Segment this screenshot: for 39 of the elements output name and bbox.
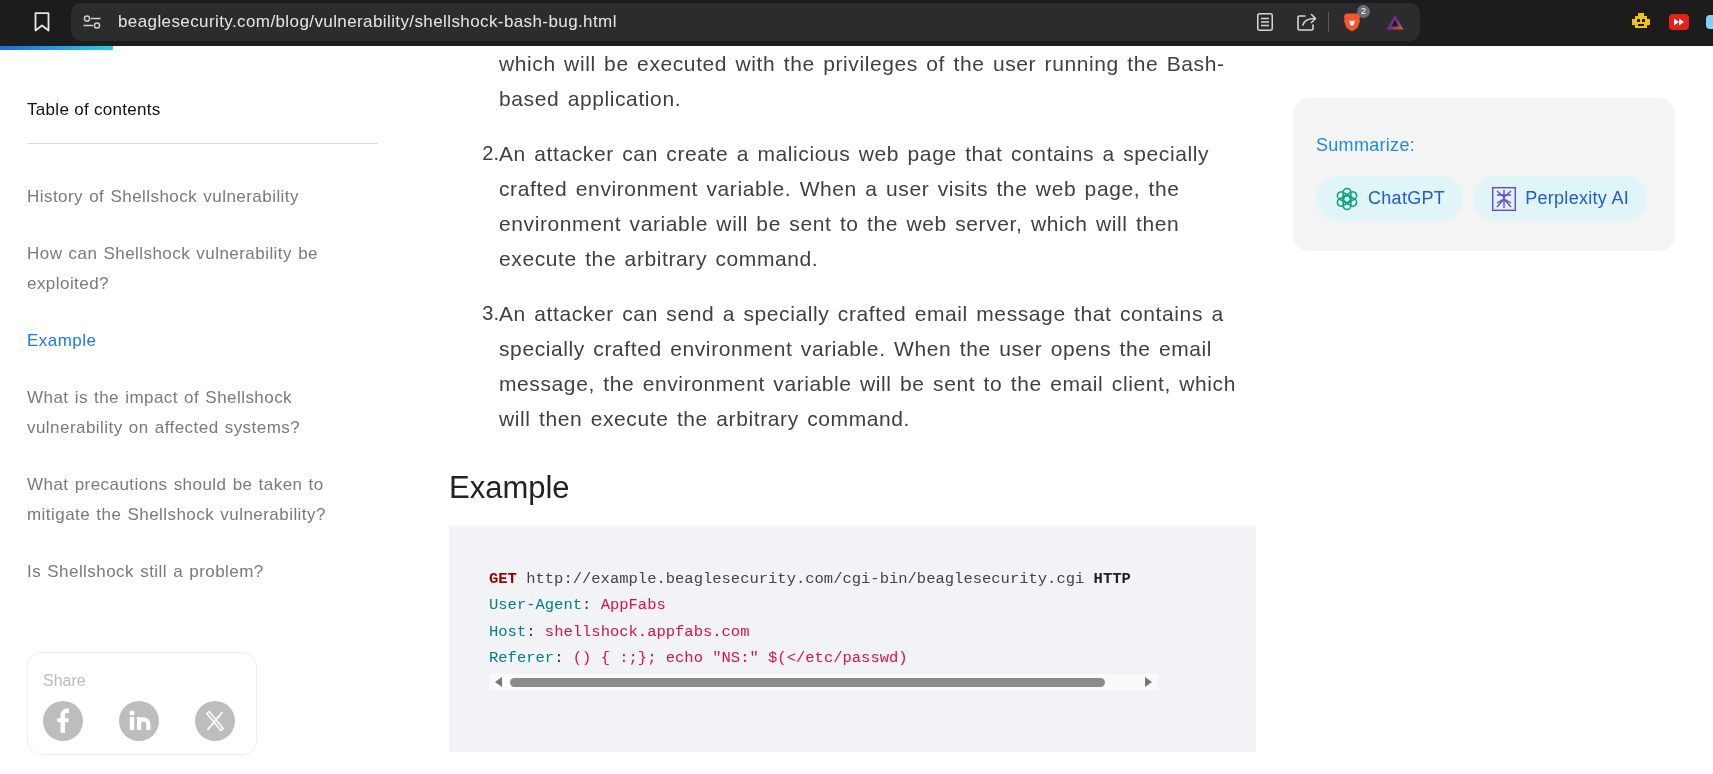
code-line: GET http://example.beaglesecurity.com/cgi-bin/beaglesecurity.cgi HTTP [489, 569, 1132, 590]
scroll-right-arrow-icon[interactable] [1145, 677, 1152, 688]
address-bar[interactable]: beaglesecurity.com/blog/vulnerability/shellshock-bash-bug.html 2 [71, 3, 1420, 41]
reader-icon[interactable] [1257, 13, 1273, 31]
code-line: Host: shellshock.appfabs.com [489, 621, 751, 643]
toc-link[interactable]: History of Shellshock vulnerability [27, 182, 378, 212]
scroll-left-arrow-icon[interactable] [495, 677, 502, 688]
count-badge: 2 [1357, 5, 1370, 18]
list-number: 2. [482, 142, 499, 164]
list-item-text: An attacker can create a malicious web page that contains a specially crafted environment variable. When a user visits the web page, the environment variable will be sent to the web server, which will then execute the arbitrary command. [499, 141, 1211, 272]
toc-link[interactable]: What precautions should be taken to mitigate the Shellshock vulnerability? [27, 470, 378, 530]
toc-link[interactable]: Example [27, 326, 378, 356]
pixel-art-icon[interactable] [1632, 13, 1650, 31]
share-label: Share [43, 671, 87, 691]
summarize-button[interactable]: ChatGPT [1316, 176, 1464, 221]
share-icon[interactable] [1297, 13, 1317, 31]
sliders-icon[interactable] [83, 15, 101, 29]
code-line: User-Agent: AppFabs [489, 595, 667, 617]
extension-icon[interactable] [1706, 15, 1713, 29]
scrollbar-track[interactable] [489, 674, 1158, 691]
paragraph: which will be executed with the privileges of the user running the Bash-based application. [498, 51, 1226, 112]
toc-link[interactable]: Is Shellshock still a problem? [27, 557, 378, 587]
url-text[interactable]: beaglesecurity.com/blog/vulnerability/shellshock-bash-bug.html [118, 9, 617, 35]
list-item-text: An attacker can send a specially crafted email message that contains a specially crafted environment variable. When the user opens the email message, the environment variable will be sent to the email client, which will then execute the arbitrary command. [499, 301, 1237, 432]
toc-link[interactable]: How can Shellshock vulnerability be exploited? [27, 239, 378, 299]
fast-forward-icon[interactable] [1669, 14, 1689, 30]
perplexity-icon [1492, 186, 1517, 211]
triangle-icon[interactable] [1386, 14, 1404, 30]
list-number: 3. [482, 302, 499, 324]
section-heading: Example [449, 469, 571, 506]
code-line: Referer: () { :;}; echo "NS:" $(</etc/passwd) [489, 647, 909, 669]
summarize-title: Summarize: [1316, 134, 1417, 157]
summarize-button[interactable]: Perplexity AI [1473, 176, 1648, 221]
toc-link[interactable]: What is the impact of Shellshock vulnerability on affected systems? [27, 383, 378, 443]
scrollbar-thumb[interactable] [510, 677, 1105, 687]
bookmark-icon[interactable] [34, 12, 50, 32]
shield-icon[interactable] [1343, 12, 1361, 32]
chatgpt-icon [1335, 186, 1359, 211]
toc-title: Table of contents [27, 99, 162, 121]
